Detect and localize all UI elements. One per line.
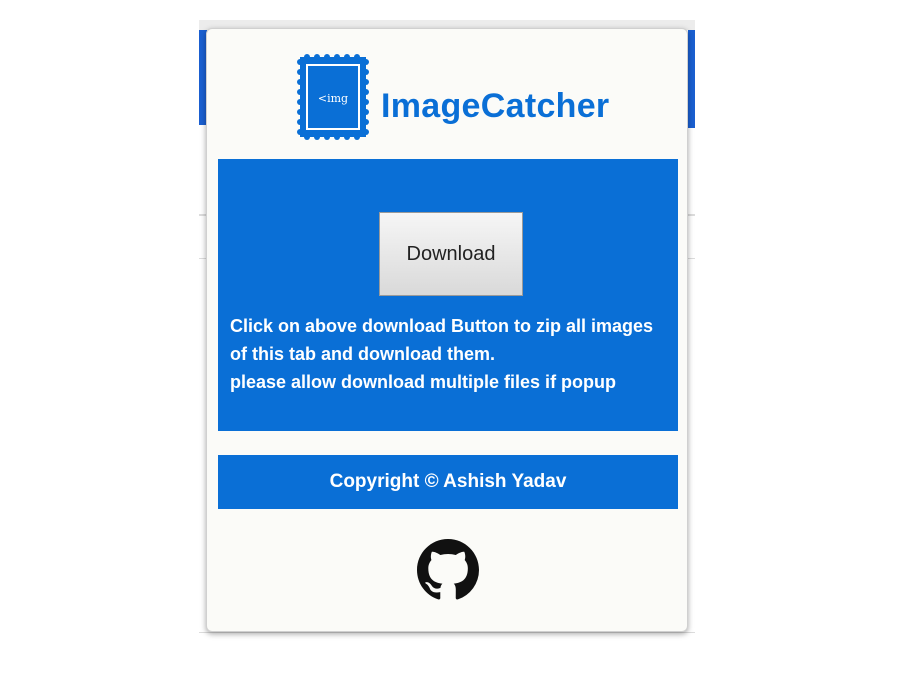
instructions-text: Click on above download Button to zip al… [230, 312, 670, 396]
background-page-divider [688, 214, 695, 216]
github-icon[interactable] [417, 539, 479, 601]
instruction-line: of this tab and download them. [230, 344, 495, 364]
imagecatcher-popup: <img ImageCatcher Download Click on abov… [206, 28, 688, 632]
download-panel: Download Click on above download Button … [218, 159, 678, 431]
instruction-line: please allow download multiple files if … [230, 372, 617, 392]
img-stamp-icon: <img [297, 54, 369, 140]
background-page-divider [688, 258, 695, 259]
copyright-text: Copyright © Ashish Yadav [329, 471, 567, 492]
background-page-header-right [688, 30, 695, 128]
app-title: ImageCatcher [381, 87, 610, 125]
background-page-bottom-edge [199, 632, 695, 633]
logo-text: <img [318, 92, 348, 105]
popup-header: <img ImageCatcher [207, 29, 687, 157]
instruction-line: Click on above download Button to zip al… [230, 316, 654, 336]
copyright-bar: Copyright © Ashish Yadav [218, 455, 678, 509]
download-button[interactable]: Download [379, 212, 523, 296]
